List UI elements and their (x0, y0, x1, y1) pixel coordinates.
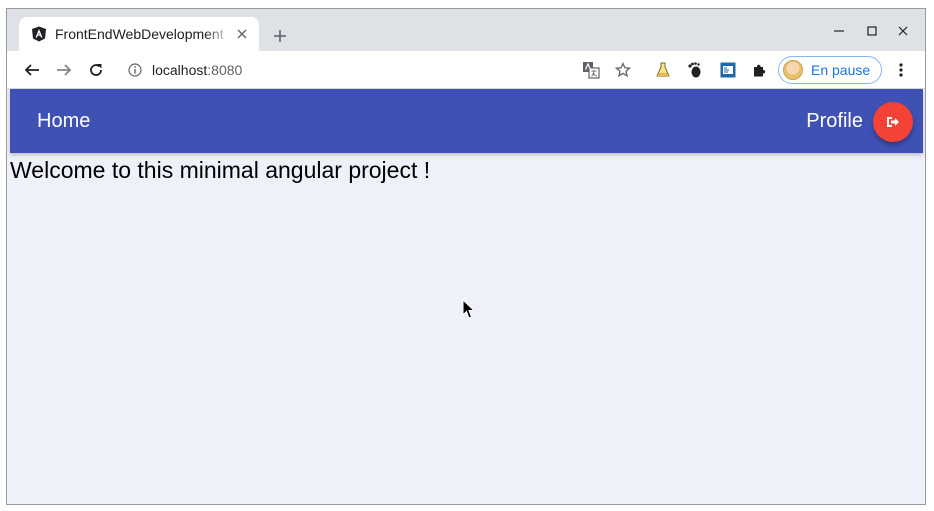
gnome-foot-icon (688, 62, 701, 78)
close-window-button[interactable] (891, 21, 915, 41)
maximize-button[interactable] (860, 21, 884, 41)
bookmark-button[interactable] (610, 57, 636, 83)
address-bar[interactable]: localhost:8080 (152, 62, 242, 78)
star-icon (615, 62, 631, 78)
minimize-button[interactable] (827, 21, 851, 41)
tab-title: FrontEndWebDevelopment (55, 26, 224, 42)
nav-profile-link[interactable]: Profile (806, 110, 863, 133)
nav-home-link[interactable]: Home (37, 110, 90, 133)
close-icon (898, 26, 908, 36)
extension-flask-button[interactable] (650, 57, 676, 83)
forward-button[interactable] (51, 57, 77, 83)
flask-icon (656, 62, 670, 77)
back-button[interactable] (19, 57, 45, 83)
mouse-cursor-icon (462, 299, 476, 319)
avatar (783, 60, 803, 80)
profile-chip[interactable]: En pause (778, 56, 882, 84)
page-content: Home Profile Welcome to this minimal ang… (7, 89, 925, 504)
extension-css-button[interactable] (715, 57, 741, 83)
more-vert-icon (899, 63, 903, 77)
angular-logo-icon (31, 26, 47, 42)
url-host: localhost (152, 62, 208, 78)
app-toolbar: Home Profile (10, 89, 923, 153)
forward-arrow-icon (57, 64, 72, 76)
extensions-button[interactable] (747, 57, 773, 83)
close-tab-icon[interactable] (235, 27, 249, 41)
url-port: :8080 (207, 62, 243, 78)
profile-status-label: En pause (811, 62, 871, 78)
reload-icon (90, 64, 102, 76)
minimize-icon (834, 30, 844, 32)
browser-toolbar: localhost:8080 En pause (7, 51, 925, 89)
new-tab-button[interactable] (269, 25, 291, 47)
tab-strip: FrontEndWebDevelopment (7, 9, 925, 51)
back-arrow-icon (24, 64, 39, 76)
browser-tab[interactable]: FrontEndWebDevelopment (19, 17, 259, 51)
maximize-icon (867, 26, 877, 36)
translate-button[interactable] (578, 57, 604, 83)
browser-menu-button[interactable] (888, 57, 914, 83)
puzzle-icon (754, 64, 766, 77)
css-icon (720, 62, 736, 78)
site-info-icon[interactable] (127, 62, 143, 78)
welcome-message: Welcome to this minimal angular project … (10, 157, 431, 183)
extension-gnome-button[interactable] (682, 57, 708, 83)
reload-button[interactable] (83, 57, 109, 83)
plus-icon (274, 30, 286, 42)
logout-button[interactable] (873, 102, 913, 142)
browser-window: FrontEndWebDevelopment localhost:8080 En… (6, 8, 926, 505)
logout-icon (887, 117, 899, 127)
translate-icon (583, 62, 600, 79)
